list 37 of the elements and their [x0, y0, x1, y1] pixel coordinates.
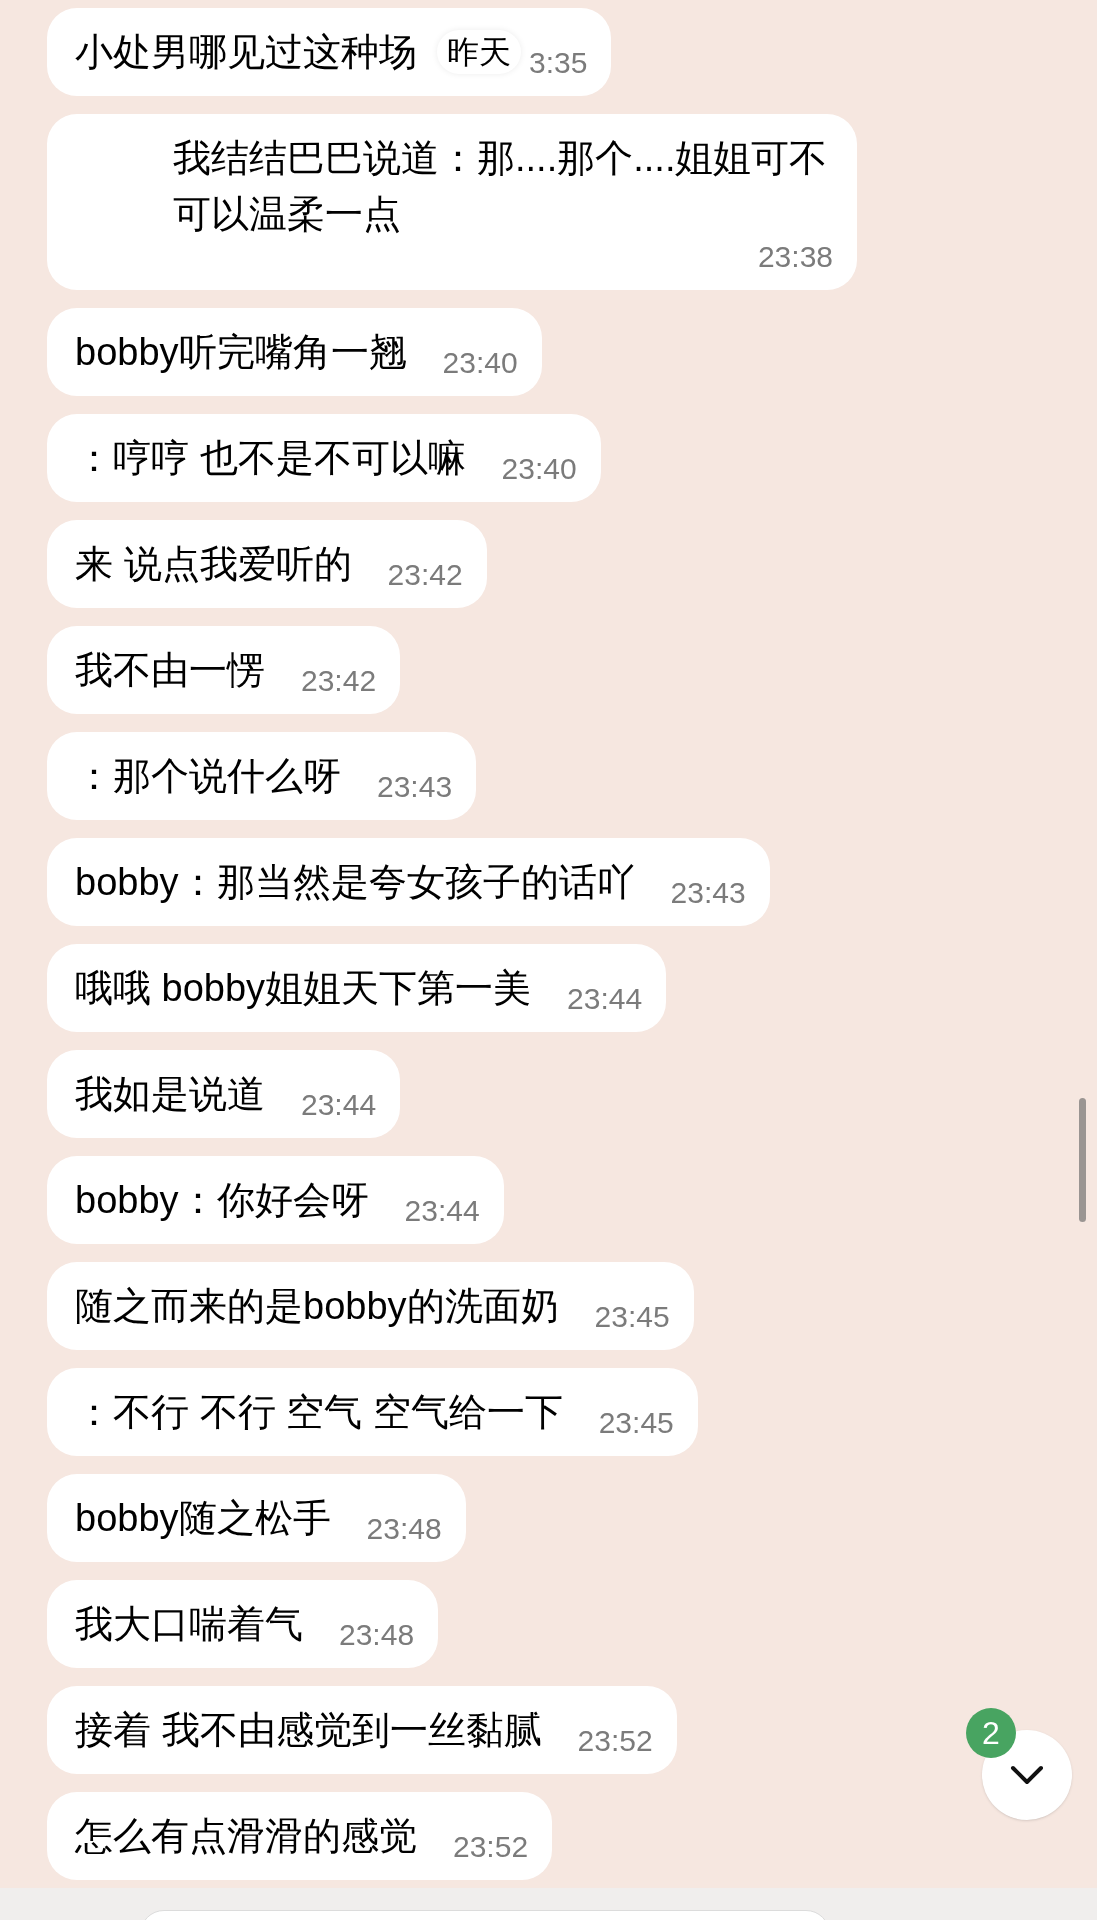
message-time: 23:42 [301, 666, 377, 698]
message-time: 23:42 [387, 560, 463, 592]
date-chip: 昨天 [437, 30, 521, 74]
message-time: 23:43 [670, 878, 746, 910]
message-text: 怎么有点滑滑的感觉 [75, 1814, 417, 1859]
message-text: 我如是说道 [75, 1072, 265, 1117]
message-text: 我大口喘着气 [75, 1602, 303, 1647]
message-time: 23:40 [442, 348, 518, 380]
message-text: bobby：你好会呀 [75, 1178, 369, 1223]
message-time: 23:48 [366, 1514, 442, 1546]
message-time: 23:43 [377, 772, 453, 804]
message-text: 小处男哪见过这种场 [75, 30, 417, 75]
message-text: 我不由一愣 [75, 648, 265, 693]
message-text: 接着 我不由感觉到一丝黏腻 [75, 1708, 542, 1753]
message-time: 23:48 [339, 1620, 415, 1652]
message-text: 来 说点我爱听的 [75, 542, 352, 587]
message-time: 23:45 [594, 1302, 670, 1334]
message-time: 23:38 [757, 242, 833, 274]
message-text: ：那个说什么呀 [75, 754, 341, 799]
message-time: 23:52 [577, 1726, 653, 1758]
message-text: bobby听完嘴角一翘 [75, 330, 407, 375]
message-time: 23:40 [501, 454, 577, 486]
unread-badge: 2 [966, 1708, 1016, 1758]
message-time: 23:45 [598, 1408, 674, 1440]
message-text: ：不行 不行 空气 空气给一下 [75, 1390, 563, 1435]
message-time: 23:44 [567, 984, 643, 1016]
message-time: 23:44 [301, 1090, 377, 1122]
message-text: 哦哦 bobby姐姐天下第一美 [75, 966, 532, 1011]
message-text: bobby：那当然是夸女孩子的话吖 [75, 860, 635, 905]
message-text: ：哼哼 也不是不可以嘛 [75, 436, 466, 481]
message-text: 我结结巴巴说道：那....那个....姐姐可不可以温柔一点 [173, 136, 829, 237]
chevron-down-icon [1010, 1765, 1044, 1785]
message-time: 23:52 [453, 1832, 529, 1864]
message-text: bobby随之松手 [75, 1496, 331, 1541]
message-time: 3:35 [529, 48, 588, 80]
message-text: 随之而来的是bobby的洗面奶 [75, 1284, 559, 1329]
message-time: 23:44 [404, 1196, 480, 1228]
